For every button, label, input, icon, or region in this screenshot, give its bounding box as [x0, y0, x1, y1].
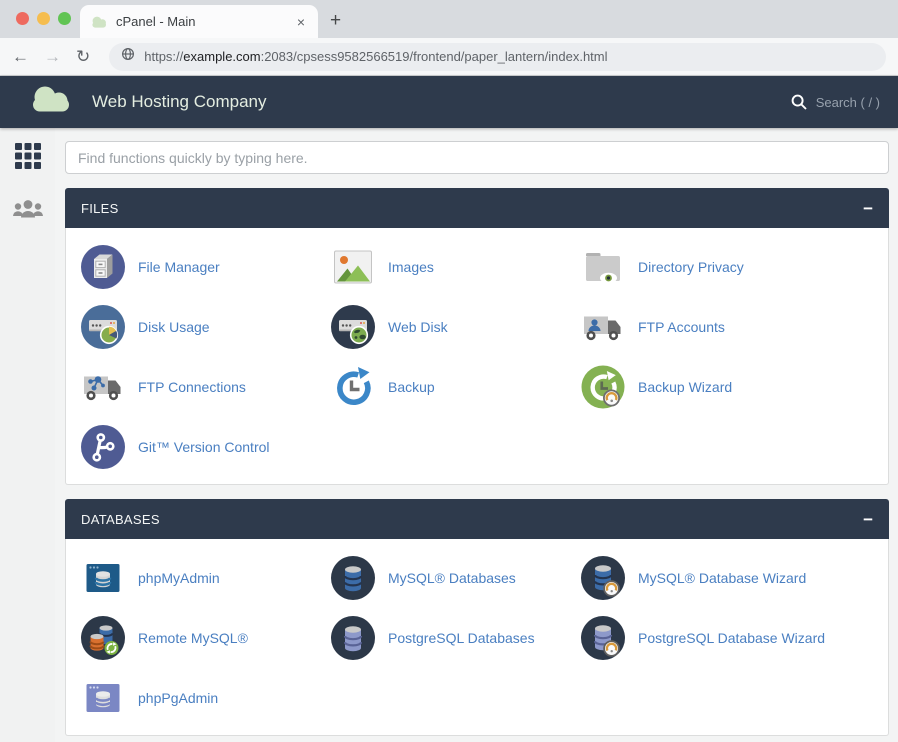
app-web-disk[interactable]: Web Disk [330, 304, 580, 350]
web-disk-icon [330, 304, 376, 350]
section-databases-body: phpMyAdmin MySQL® Databases MySQL® Datab… [65, 539, 889, 736]
app-remote-mysql[interactable]: Remote MySQL® [80, 615, 330, 661]
app-label: PostgreSQL Database Wizard [638, 630, 825, 646]
section-files: FILES − File Manager Images [65, 188, 889, 485]
header-search[interactable]: Search ( / ) [791, 94, 880, 110]
forward-button[interactable]: → [44, 48, 61, 65]
app-backup-wizard[interactable]: Backup Wizard [580, 364, 874, 410]
app-label: Git™ Version Control [138, 439, 270, 455]
reload-button[interactable]: ↻ [76, 48, 90, 65]
file-manager-icon [80, 244, 126, 290]
app-label: Remote MySQL® [138, 630, 248, 646]
section-files-body: File Manager Images Directory Privacy [65, 228, 889, 485]
app-label: PostgreSQL Databases [388, 630, 535, 646]
directory-privacy-icon [580, 244, 626, 290]
tab-close-icon[interactable]: × [294, 14, 308, 30]
app-ftp-accounts[interactable]: FTP Accounts [580, 304, 874, 350]
browser-tab-strip: cPanel - Main × + [0, 0, 898, 38]
app-ftp-connections[interactable]: FTP Connections [80, 364, 330, 410]
brand-cloud-logo-icon [24, 83, 80, 121]
backup-wizard-icon [580, 364, 626, 410]
app-git-version-control[interactable]: Git™ Version Control [80, 424, 330, 470]
app-label: FTP Accounts [638, 319, 725, 335]
app-label: Backup Wizard [638, 379, 732, 395]
app-label: Images [388, 259, 434, 275]
section-title: DATABASES [81, 512, 160, 527]
new-tab-button[interactable]: + [330, 10, 341, 32]
app-postgresql-databases[interactable]: PostgreSQL Databases [330, 615, 580, 661]
app-images[interactable]: Images [330, 244, 580, 290]
mysql-database-wizard-icon [580, 555, 626, 601]
phppgadmin-icon [80, 675, 126, 721]
main-content: FILES − File Manager Images [55, 128, 898, 742]
apps-grid-icon[interactable] [15, 143, 41, 174]
browser-toolbar: ← → ↻ https://example.com:2083/cpsess958… [0, 38, 898, 76]
app-file-manager[interactable]: File Manager [80, 244, 330, 290]
images-icon [330, 244, 376, 290]
cpanel-header: Web Hosting Company Search ( / ) [0, 76, 898, 128]
app-phpmyadmin[interactable]: phpMyAdmin [80, 555, 330, 601]
app-phppgadmin[interactable]: phpPgAdmin [80, 675, 330, 721]
cpanel-cloud-favicon-icon [90, 15, 108, 29]
app-label: phpPgAdmin [138, 690, 218, 706]
postgresql-databases-icon [330, 615, 376, 661]
close-window-button[interactable] [16, 12, 29, 25]
ftp-connections-icon [80, 364, 126, 410]
git-version-control-icon [80, 424, 126, 470]
app-directory-privacy[interactable]: Directory Privacy [580, 244, 874, 290]
app-label: Directory Privacy [638, 259, 744, 275]
minimize-window-button[interactable] [37, 12, 50, 25]
mysql-databases-icon [330, 555, 376, 601]
remote-mysql-icon [80, 615, 126, 661]
postgresql-database-wizard-icon [580, 615, 626, 661]
section-files-header[interactable]: FILES − [65, 188, 889, 228]
globe-icon [121, 47, 144, 66]
quick-find-input[interactable] [65, 141, 889, 174]
app-label: Disk Usage [138, 319, 210, 335]
app-label: MySQL® Databases [388, 570, 516, 586]
browser-tab[interactable]: cPanel - Main × [80, 5, 318, 38]
tab-title: cPanel - Main [116, 14, 294, 29]
user-manager-icon[interactable] [12, 198, 44, 227]
phpmyadmin-icon [80, 555, 126, 601]
app-mysql-database-wizard[interactable]: MySQL® Database Wizard [580, 555, 874, 601]
zoom-window-button[interactable] [58, 12, 71, 25]
url-text: https://example.com:2083/cpsess958256651… [144, 49, 607, 64]
traffic-lights [16, 12, 71, 25]
disk-usage-icon [80, 304, 126, 350]
left-sidebar [0, 128, 55, 742]
app-disk-usage[interactable]: Disk Usage [80, 304, 330, 350]
back-button[interactable]: ← [12, 48, 29, 65]
collapse-icon[interactable]: − [863, 200, 873, 217]
app-label: MySQL® Database Wizard [638, 570, 806, 586]
app-label: FTP Connections [138, 379, 246, 395]
app-mysql-databases[interactable]: MySQL® Databases [330, 555, 580, 601]
section-title: FILES [81, 201, 119, 216]
app-label: Backup [388, 379, 435, 395]
app-label: phpMyAdmin [138, 570, 220, 586]
app-label: Web Disk [388, 319, 448, 335]
backup-icon [330, 364, 376, 410]
collapse-icon[interactable]: − [863, 511, 873, 528]
app-label: File Manager [138, 259, 220, 275]
header-search-label: Search ( / ) [816, 95, 880, 110]
address-bar[interactable]: https://example.com:2083/cpsess958256651… [109, 43, 886, 71]
app-postgresql-database-wizard[interactable]: PostgreSQL Database Wizard [580, 615, 874, 661]
section-databases: DATABASES − phpMyAdmin MySQL® Databases [65, 499, 889, 736]
app-backup[interactable]: Backup [330, 364, 580, 410]
ftp-accounts-icon [580, 304, 626, 350]
brand-name: Web Hosting Company [92, 92, 267, 112]
section-databases-header[interactable]: DATABASES − [65, 499, 889, 539]
